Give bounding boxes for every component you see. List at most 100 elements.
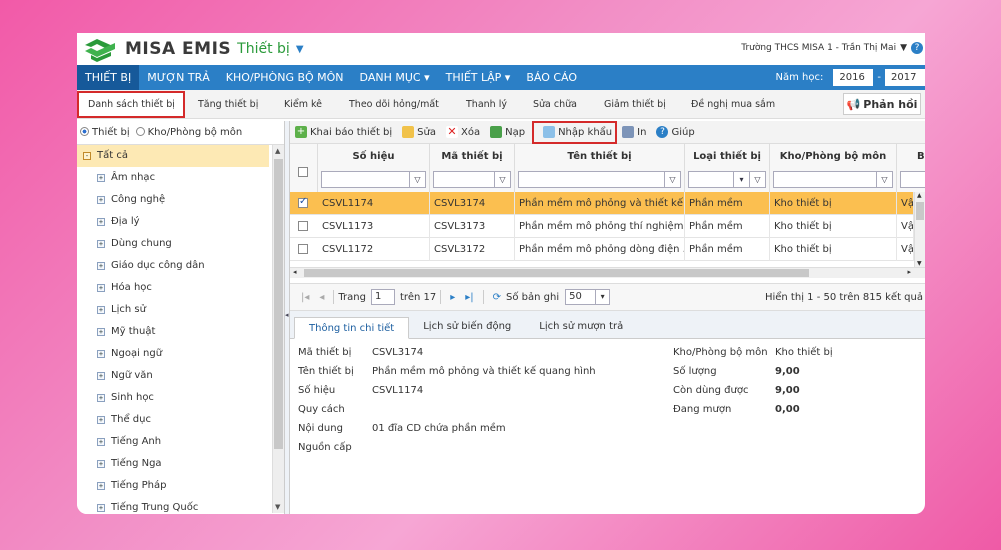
load-button[interactable]: Nạp xyxy=(485,126,530,138)
expand-icon[interactable]: + xyxy=(97,284,105,292)
tree-item[interactable]: + Ngữ văn xyxy=(77,365,284,387)
expand-icon[interactable]: + xyxy=(97,504,105,512)
expand-icon[interactable]: + xyxy=(97,372,105,380)
tree-item[interactable]: + Công nghệ xyxy=(77,189,284,211)
menu-muon-tra[interactable]: MƯỢN TRẢ xyxy=(139,65,218,90)
tab-lich-su-muon-tra[interactable]: Lịch sử mượn trả xyxy=(525,316,637,338)
filter-ma[interactable]: ▽ xyxy=(433,171,511,188)
table-row[interactable]: CSVL1172 CSVL3172 Phần mềm mô phỏng dòng đ… xyxy=(290,238,925,261)
next-page-icon[interactable]: ▸ xyxy=(450,292,455,303)
radio-thiet-bi[interactable]: Thiết bị xyxy=(80,127,130,138)
tab-thong-tin[interactable]: Thông tin chi tiết xyxy=(294,317,410,339)
tree-item[interactable]: + Lịch sử xyxy=(77,299,284,321)
scroll-down-icon[interactable]: ▼ xyxy=(275,503,280,511)
print-button[interactable]: In xyxy=(617,126,651,138)
filter-icon[interactable]: ▽ xyxy=(664,172,680,187)
row-checkbox[interactable] xyxy=(298,221,308,231)
menu-danh-muc[interactable]: DANH MỤC ▾ xyxy=(352,65,438,90)
filter-so-hieu[interactable]: ▽ xyxy=(321,171,426,188)
expand-icon[interactable]: + xyxy=(97,328,105,336)
collapse-arrow-icon[interactable]: ◂ xyxy=(285,311,289,319)
user-dropdown-icon[interactable]: ▼ xyxy=(900,43,907,53)
dropdown-icon[interactable]: ▾ xyxy=(733,172,749,187)
scroll-up-icon[interactable]: ▲ xyxy=(917,192,922,199)
tree-item[interactable]: + Ngoại ngữ xyxy=(77,343,284,365)
tree-item[interactable]: + Giáo dục công dân xyxy=(77,255,284,277)
tab-kiem-ke[interactable]: Kiểm kê xyxy=(284,99,322,110)
expand-icon[interactable]: + xyxy=(97,218,105,226)
expand-icon[interactable]: + xyxy=(97,262,105,270)
scroll-thumb[interactable] xyxy=(304,269,809,277)
help-button[interactable]: ? Giúp xyxy=(651,126,699,138)
filter-ten[interactable]: ▽ xyxy=(518,171,681,188)
tab-sua-chua[interactable]: Sửa chữa xyxy=(533,99,577,110)
col-loai[interactable]: Loại thiết bị ▾ ▽ xyxy=(685,144,770,192)
menu-thiet-bi[interactable]: THIẾT BỊ xyxy=(77,65,140,90)
tab-de-nghi[interactable]: Đề nghị mua sắm xyxy=(691,99,775,110)
tab-lich-su-bien-dong[interactable]: Lịch sử biến động xyxy=(409,316,525,338)
expand-icon[interactable]: + xyxy=(97,394,105,402)
scroll-thumb[interactable] xyxy=(274,159,283,449)
tree-item[interactable]: + Hóa học xyxy=(77,277,284,299)
user-area[interactable]: Trường THCS MISA 1 - Trần Thị Mai ▼ ? xyxy=(741,42,923,54)
menu-bao-cao[interactable]: BÁO CÁO xyxy=(518,65,585,90)
col-ma[interactable]: Mã thiết bị ▽ xyxy=(430,144,515,192)
tree-item[interactable]: + Sinh học xyxy=(77,387,284,409)
filter-loai[interactable]: ▾ ▽ xyxy=(688,171,766,188)
expand-icon[interactable]: + xyxy=(97,196,105,204)
col-kho[interactable]: Kho/Phòng bộ môn ▽ xyxy=(770,144,897,192)
scroll-left-icon[interactable]: ◂ xyxy=(293,268,297,276)
filter-icon[interactable]: ▽ xyxy=(409,172,425,187)
collapse-icon[interactable]: - xyxy=(83,152,91,160)
module-name[interactable]: Thiết bị xyxy=(237,41,290,57)
tree-item[interactable]: + Mỹ thuật xyxy=(77,321,284,343)
col-extra[interactable]: B xyxy=(897,144,925,192)
radio-kho-phong[interactable]: Kho/Phòng bộ môn xyxy=(135,127,242,138)
tab-danh-sach[interactable]: Danh sách thiết bị xyxy=(88,99,175,110)
edit-button[interactable]: Sửa xyxy=(397,126,441,138)
declare-button[interactable]: + Khai báo thiết bị xyxy=(290,126,397,138)
records-select[interactable]: 50 ▾ xyxy=(565,289,611,305)
year-to-input[interactable]: 2017 xyxy=(885,69,925,86)
tree-item[interactable]: + Tiếng Pháp xyxy=(77,475,284,497)
expand-icon[interactable]: + xyxy=(97,438,105,446)
expand-icon[interactable]: + xyxy=(97,174,105,182)
help-icon[interactable]: ? xyxy=(911,42,923,54)
tree-item[interactable]: + Tiếng Trung Quốc xyxy=(77,497,284,513)
filter-kho[interactable]: ▽ xyxy=(773,171,893,188)
year-from-input[interactable]: 2016 xyxy=(833,69,874,86)
module-dropdown-icon[interactable]: ▼ xyxy=(296,44,304,55)
first-page-icon[interactable]: |◂ xyxy=(301,292,309,303)
tree-root[interactable]: - Tất cả xyxy=(77,145,269,167)
last-page-icon[interactable]: ▸| xyxy=(465,292,473,303)
delete-button[interactable]: ✕ Xóa xyxy=(441,126,485,138)
grid-vertical-scrollbar[interactable]: ▲ ▼ xyxy=(914,192,925,267)
filter-extra[interactable] xyxy=(900,171,925,188)
tab-hong-mat[interactable]: Theo dõi hỏng/mất xyxy=(349,99,439,110)
menu-kho-phong[interactable]: KHO/PHÒNG BỘ MÔN xyxy=(218,65,352,90)
tree-item[interactable]: + Dùng chung xyxy=(77,233,284,255)
scroll-thumb[interactable] xyxy=(916,202,924,220)
sidebar-scrollbar[interactable]: ▲ ▼ xyxy=(272,145,284,513)
filter-icon[interactable]: ▽ xyxy=(494,172,510,187)
table-row[interactable]: CSVL1174CSVL3174Phần mềm mô phỏng và thi… xyxy=(290,192,925,215)
expand-icon[interactable]: + xyxy=(97,416,105,424)
page-input[interactable]: 1 xyxy=(371,289,395,305)
expand-icon[interactable]: + xyxy=(97,460,105,468)
row-checkbox[interactable] xyxy=(298,244,308,254)
dropdown-icon[interactable]: ▾ xyxy=(595,290,609,304)
select-all-checkbox[interactable] xyxy=(298,167,308,177)
tree-item[interactable]: + Thể dục xyxy=(77,409,284,431)
tab-giam[interactable]: Giảm thiết bị xyxy=(604,99,666,110)
scroll-right-icon[interactable]: ▸ xyxy=(907,268,911,276)
filter-icon[interactable]: ▽ xyxy=(749,172,765,187)
expand-icon[interactable]: + xyxy=(97,482,105,490)
scroll-up-icon[interactable]: ▲ xyxy=(275,147,280,155)
tab-thanh-ly[interactable]: Thanh lý xyxy=(466,99,507,110)
feedback-button[interactable]: 📢 Phản hồi xyxy=(843,93,921,115)
menu-thiet-lap[interactable]: THIẾT LẬP ▾ xyxy=(438,65,519,90)
tree-item[interactable]: + Địa lý xyxy=(77,211,284,233)
filter-icon[interactable]: ▽ xyxy=(876,172,892,187)
col-ten[interactable]: Tên thiết bị ▽ xyxy=(515,144,685,192)
expand-icon[interactable]: + xyxy=(97,350,105,358)
